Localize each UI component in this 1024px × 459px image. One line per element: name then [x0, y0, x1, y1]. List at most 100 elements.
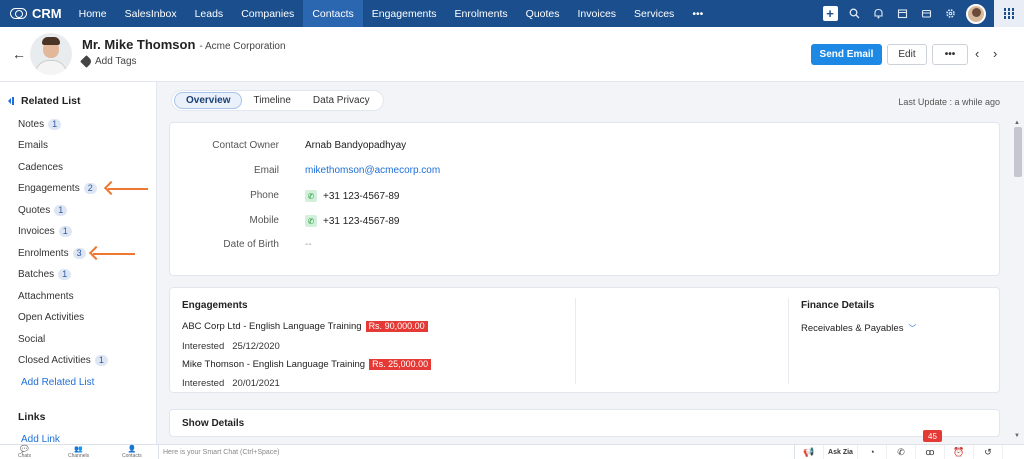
nav-tab-home[interactable]: Home [70, 0, 116, 27]
record-tabs: Overview Timeline Data Privacy [171, 90, 384, 111]
sidebar-item-batches[interactable]: Batches 1 [18, 269, 72, 280]
email-link[interactable]: mikethomson@acmecorp.com [305, 165, 440, 176]
nav-tab-salesinbox[interactable]: SalesInbox [116, 0, 186, 27]
zia-icon[interactable]: ◔ [858, 445, 887, 459]
engagement-status: Interested [182, 341, 225, 352]
nav-tab-services[interactable]: Services [625, 0, 683, 27]
nav-tab-more[interactable]: ••• [683, 0, 712, 27]
nav-tab-contacts[interactable]: Contacts [303, 0, 363, 27]
sidebar-item-emails[interactable]: Emails [18, 140, 48, 151]
sidebar-item-label: Emails [18, 140, 49, 151]
phone-value[interactable]: ✆ +31 123-4567-89 [305, 190, 399, 202]
more-actions-button[interactable]: ••• [932, 44, 968, 65]
sidebar-item-label: Cadences [18, 162, 64, 173]
add-tags-button[interactable]: Add Tags [80, 55, 137, 68]
contacts-button[interactable]: 👤 Contacts [122, 446, 142, 459]
column-divider [575, 298, 576, 384]
alarm-clock-icon[interactable]: ⏰ [945, 445, 974, 459]
tab-data-privacy[interactable]: Data Privacy [302, 92, 381, 109]
chats-button[interactable]: 💬 Chats [18, 446, 31, 459]
marketplace-icon[interactable] [914, 0, 938, 27]
back-arrow-icon[interactable]: ← [12, 46, 26, 62]
collapse-sidebar-icon[interactable] [8, 97, 16, 105]
add-link[interactable]: Add Link [21, 434, 60, 444]
brand[interactable]: CRM [0, 6, 70, 21]
next-record-icon[interactable]: › [993, 46, 997, 61]
phone-icon[interactable]: ✆ [305, 190, 317, 202]
user-avatar[interactable] [966, 3, 986, 24]
engagement-item[interactable]: Mike Thomson - English Language Training… [182, 359, 432, 370]
show-details-card[interactable]: Show Details [169, 409, 1000, 437]
receivables-payables-dropdown[interactable]: Receivables & Payables ﹀ [801, 323, 916, 334]
history-icon[interactable]: ↺ [974, 445, 1003, 459]
count-badge: 2 [83, 183, 97, 194]
scroll-down-arrow-icon[interactable]: ▼ [1014, 433, 1020, 439]
count-badge: 1 [58, 226, 72, 237]
send-email-button[interactable]: Send Email [811, 44, 882, 65]
engagements-title: Engagements [182, 300, 248, 311]
nav-tab-quotes[interactable]: Quotes [517, 0, 569, 27]
previous-record-icon[interactable]: ‹ [975, 46, 979, 61]
tab-overview[interactable]: Overview [174, 92, 243, 109]
field-phone: Phone ✆ +31 123-4567-89 [170, 190, 1001, 206]
channels-label: Channels [68, 453, 90, 459]
nav-tab-enrolments[interactable]: Enrolments [446, 0, 517, 27]
related-list-sidebar: Related List Notes 1 Emails Cadences Eng… [0, 82, 157, 444]
sidebar-item-open-activities[interactable]: Open Activities [18, 312, 84, 323]
activity-icon[interactable]: ꝏ [916, 445, 945, 459]
sidebar-item-engagements[interactable]: Engagements 2 [18, 183, 97, 194]
nav-tab-invoices[interactable]: Invoices [569, 0, 626, 27]
apps-grid-button[interactable] [994, 0, 1024, 27]
ask-zia-button[interactable]: Ask Zia [824, 445, 858, 459]
plus-icon: + [822, 6, 838, 21]
scrollbar-thumb[interactable] [1014, 127, 1022, 177]
annotation-arrow-engagements [108, 188, 148, 190]
edit-button[interactable]: Edit [887, 44, 927, 65]
tab-timeline[interactable]: Timeline [242, 92, 301, 109]
add-related-list-link[interactable]: Add Related List [21, 377, 94, 388]
contact-owner-value[interactable]: Arnab Bandyopadhyay [305, 140, 406, 151]
settings-gear-icon[interactable] [938, 0, 962, 27]
sidebar-item-cadences[interactable]: Cadences [18, 162, 63, 173]
bottom-bar: 💬 Chats 👥 Channels 👤 Contacts Here is yo… [0, 444, 1024, 459]
scroll-up-arrow-icon[interactable]: ▲ [1014, 120, 1020, 126]
bell-icon[interactable] [866, 0, 890, 27]
tag-icon [80, 55, 93, 68]
nav-tab-leads[interactable]: Leads [186, 0, 233, 27]
search-icon[interactable] [842, 0, 866, 27]
field-label: Date of Birth [223, 239, 279, 250]
top-nav: CRM Home SalesInbox Leads Companies Cont… [0, 0, 1024, 27]
channels-button[interactable]: 👥 Channels [68, 446, 89, 459]
nav-tab-engagements[interactable]: Engagements [363, 0, 446, 27]
chevron-down-icon: ﹀ [908, 324, 917, 333]
contacts-icon: 👤 [127, 446, 137, 453]
contact-company: - Acme Corporation [199, 41, 286, 52]
create-button[interactable]: + [818, 0, 842, 27]
calendar-icon[interactable] [890, 0, 914, 27]
sidebar-item-invoices[interactable]: Invoices 1 [18, 226, 72, 237]
announcement-icon[interactable]: 📢 [795, 445, 824, 459]
bottom-tools: 📢 Ask Zia ◔ ✆ ꝏ ⏰ ↺ [794, 445, 1003, 459]
mobile-value[interactable]: ✆ +31 123-4567-89 [305, 215, 399, 227]
mobile-number: +31 123-4567-89 [323, 215, 400, 227]
sidebar-item-quotes[interactable]: Quotes 1 [18, 205, 68, 216]
sidebar-item-notes[interactable]: Notes 1 [18, 119, 62, 130]
engagement-status: Interested [182, 378, 225, 389]
sidebar-item-closed-activities[interactable]: Closed Activities 1 [18, 355, 108, 366]
sidebar-item-social[interactable]: Social [18, 334, 45, 345]
engagement-meta: Interested 25/12/2020 [182, 341, 280, 352]
field-email: Email mikethomson@acmecorp.com [170, 165, 1001, 181]
related-list-header[interactable]: Related List [8, 95, 81, 107]
sidebar-item-enrolments[interactable]: Enrolments 3 [18, 248, 86, 259]
record-header: ← Mr. Mike Thomson - Acme Corporation Ad… [0, 27, 1024, 82]
call-icon[interactable]: ✆ [887, 445, 916, 459]
smart-chat-input[interactable]: Here is your Smart Chat (Ctrl+Space) [158, 445, 794, 459]
sidebar-item-attachments[interactable]: Attachments [18, 291, 74, 302]
notification-count-badge[interactable]: 45 [923, 430, 942, 442]
field-mobile: Mobile ✆ +31 123-4567-89 [170, 215, 1001, 231]
nav-tab-companies[interactable]: Companies [232, 0, 303, 27]
engagement-item[interactable]: ABC Corp Ltd - English Language Training… [182, 321, 428, 332]
dob-value[interactable]: -- [305, 239, 312, 250]
phone-icon[interactable]: ✆ [305, 215, 317, 227]
sidebar-item-label: Social [18, 334, 46, 345]
